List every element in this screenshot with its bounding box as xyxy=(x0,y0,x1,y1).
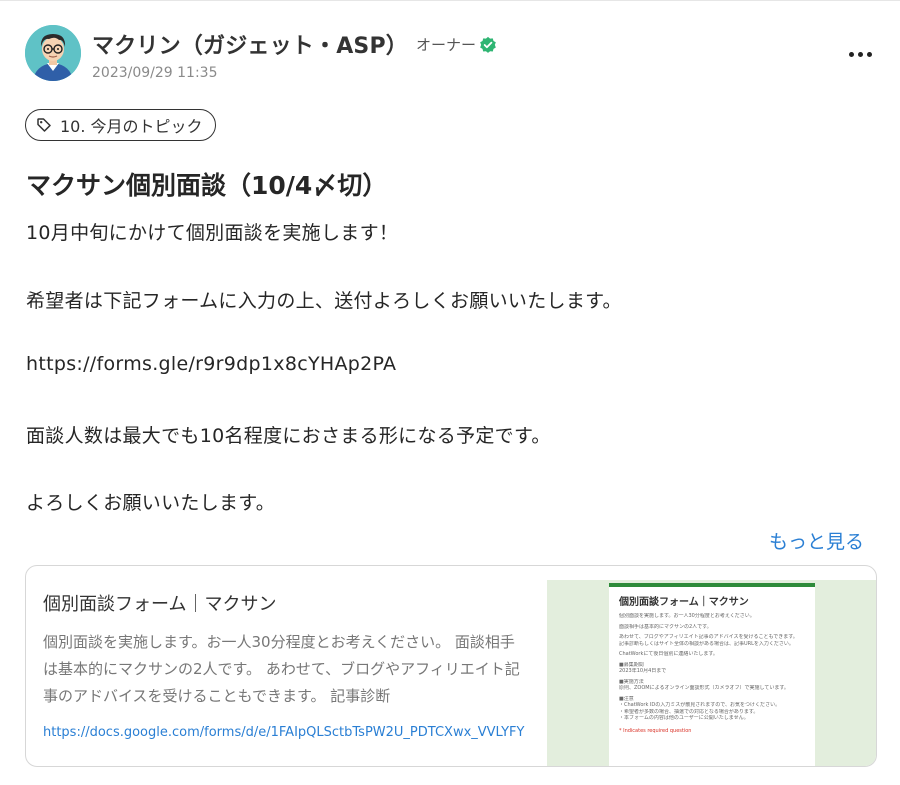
form-preview-line: あわせて、ブログやアフィリエイト記事のアドバイスを受けることもできます。 xyxy=(619,634,798,640)
post-body-line: 面談人数は最大でも10名程度におさまる形になる予定です。 xyxy=(26,425,551,447)
post-body-line: よろしくお願いいたします。 xyxy=(26,492,276,514)
tag-icon xyxy=(36,117,52,133)
author-name[interactable]: マクリン（ガジェット・ASP） xyxy=(92,28,408,60)
form-preview-line: ・ChatWork IDの入力ミスが散見されますので、お気をつけください。 xyxy=(619,702,781,708)
form-preview: 個別面談フォーム｜マクサン 個別面談を実施します。お一人30分程度とお考えくださ… xyxy=(609,583,815,766)
community-post: マクリン（ガジェット・ASP） オーナー 2023/09/29 11:35 10… xyxy=(0,0,900,785)
post-body-link[interactable]: https://forms.gle/r9r9dp1x8cYHAp2PA xyxy=(26,353,396,375)
link-card-description: 個別面談を実施します。お一人30分程度とお考えください。 面談相手は基本的にマク… xyxy=(43,633,520,705)
more-horizontal-icon xyxy=(848,51,854,57)
post-title: マクサン個別面談（10/4〆切） xyxy=(26,171,388,200)
more-dot xyxy=(866,51,872,57)
form-preview-line: 記事診断もしくはサイト全体の相談がある場合は、記事URLを入力ください。 xyxy=(619,640,794,647)
link-card-url[interactable]: https://docs.google.com/forms/d/e/1FAIpQ… xyxy=(43,725,531,740)
post-timestamp: 2023/09/29 11:35 xyxy=(92,65,218,81)
check-badge-icon xyxy=(479,36,497,54)
post-body-line: 10月中旬にかけて個別面談を実施します！ xyxy=(26,222,399,244)
link-preview-card[interactable]: 個別面談フォーム｜マクサン 個別面談を実施します。お一人30分程度とお考えくださ… xyxy=(25,565,877,767)
form-preview-line: 原則、ZOOMによるオンライン面談形式（カメラオフ）で実施しています。 xyxy=(619,685,789,691)
topic-label: 10. 今月のトピック xyxy=(60,117,203,136)
role-label: オーナー xyxy=(416,36,477,54)
topic-tag[interactable]: 10. 今月のトピック xyxy=(25,109,216,141)
avatar-illustration xyxy=(25,25,81,81)
link-card-title: 個別面談フォーム｜マクサン xyxy=(43,594,277,615)
more-options-button[interactable] xyxy=(840,42,880,66)
form-preview-title: 個別面談フォーム｜マクサン xyxy=(619,597,749,608)
see-more-link[interactable]: もっと見る xyxy=(769,527,864,554)
post-body-line: 希望者は下記フォームに入力の上、送付よろしくお願いいたします。 xyxy=(26,290,622,312)
more-dot xyxy=(857,51,863,57)
link-card-thumbnail: 個別面談フォーム｜マクサン 個別面談を実施します。お一人30分程度とお考えくださ… xyxy=(547,580,876,766)
form-preview-required-note: * Indicates required question xyxy=(619,727,692,734)
top-divider xyxy=(0,0,900,1)
role-badge: オーナー xyxy=(416,34,497,55)
author-avatar[interactable] xyxy=(25,25,81,81)
form-preview-line: ・本フォームの内容は他のユーザーに公開いたしません。 xyxy=(619,715,749,721)
